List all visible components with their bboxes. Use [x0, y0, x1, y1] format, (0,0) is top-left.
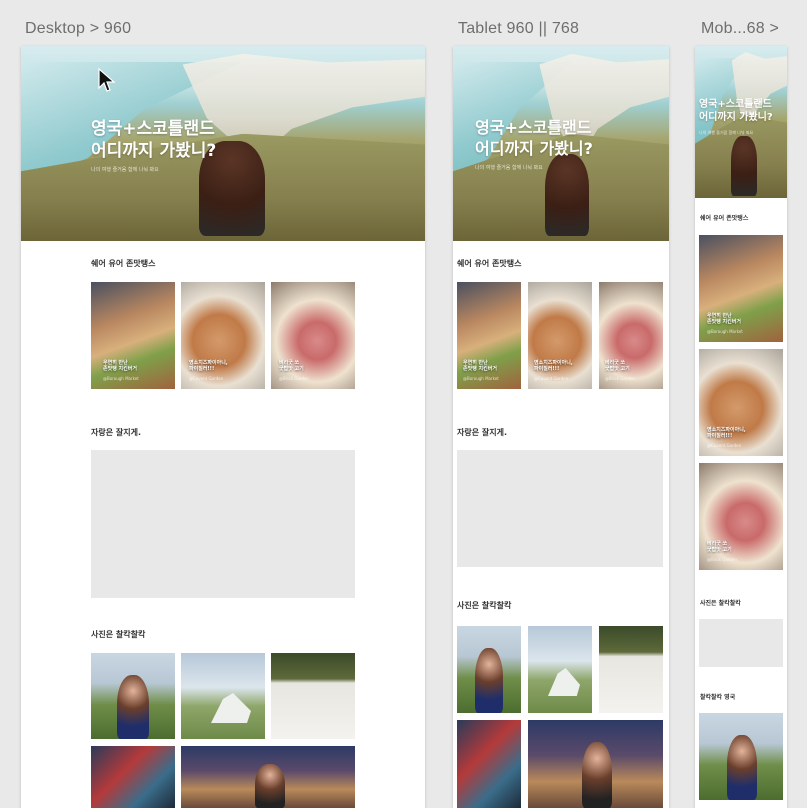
- food-card[interactable]: 우연히 만난 존맛탱 치킨버거 @Borough Market: [91, 282, 175, 389]
- tablet-frame-label[interactable]: Tablet 960 || 768: [458, 20, 579, 38]
- hero-title: 영국+스코틀랜드 어디까지 가봤니?: [91, 119, 217, 162]
- gallery-photo[interactable]: [181, 653, 265, 739]
- photo-section-title: 사진은 찰칵찰칵: [91, 630, 146, 639]
- gallery-photo[interactable]: [528, 626, 592, 713]
- gallery-photo[interactable]: [457, 626, 521, 713]
- hero-image: 영국+스코틀랜드 어디까지 가봤니? 나의 여행 즐거움 함께 나눠 봐요: [453, 46, 669, 241]
- hero-title: 영국+스코틀랜드 어디까지 가봤니?: [475, 118, 593, 158]
- map-section-title: 자랑은 잘지게.: [457, 428, 507, 437]
- gallery-photo[interactable]: [457, 720, 521, 808]
- food-card[interactable]: 우연히 만난 존맛탱 치킨버거 @Borough Market: [457, 282, 521, 389]
- desktop-frame-label[interactable]: Desktop > 960: [25, 20, 131, 38]
- food-card[interactable]: 베리굿 쏘 굿밥맛 고기 @Brick Garden: [271, 282, 355, 389]
- food-card[interactable]: 영소치즈파이아니, 파이질러!!! @Covent Garden: [528, 282, 592, 389]
- food-card[interactable]: 영소치즈파이아니, 파이질러!!! @Covent Garden: [699, 349, 783, 456]
- food-card[interactable]: 베리굿 쏘 굿밥맛 고기 @Brick Garden: [699, 463, 783, 570]
- hero-subtitle: 나의 여행 즐거움 함께 나눠 봐요: [475, 165, 543, 171]
- food-card[interactable]: 영소치즈파이아니, 파이질러!!! @Covent Garden: [181, 282, 265, 389]
- person-figure: [731, 136, 757, 196]
- hero-image: 영국+스코틀랜드 어디까지 가봤니? 나의 여행 즐거움 함께 나눠 봐요: [695, 46, 787, 198]
- tablet-artboard[interactable]: 영국+스코틀랜드 어디까지 가봤니? 나의 여행 즐거움 함께 나눠 봐요 쉐어…: [453, 46, 669, 808]
- gallery-photo[interactable]: [271, 653, 355, 739]
- map-section-title: 사진은 찰칵찰칵: [700, 600, 741, 607]
- gallery-photo[interactable]: [91, 653, 175, 739]
- gallery-photo[interactable]: [699, 713, 783, 800]
- map-placeholder: [91, 450, 355, 598]
- map-placeholder: [699, 619, 783, 667]
- hero-image: 영국+스코틀랜드 어디까지 가봤니? 나의 여행 즐거움 함께 나눠 봐요: [21, 46, 425, 241]
- gallery-photo[interactable]: [181, 746, 355, 808]
- person-figure: [545, 154, 589, 236]
- food-section-title: 쉐어 유어 존맛탱스: [700, 215, 749, 222]
- food-section-title: 쉐어 유어 존맛탱스: [457, 259, 522, 268]
- food-card[interactable]: 베리굿 쏘 굿밥맛 고기 @Brick Garden: [599, 282, 663, 389]
- mobile-artboard[interactable]: 영국+스코틀랜드 어디까지 가봤니? 나의 여행 즐거움 함께 나눠 봐요 쉐어…: [695, 46, 787, 808]
- food-card[interactable]: 우연히 만난 존맛탱 치킨버거 @Borough Market: [699, 235, 783, 342]
- desktop-artboard[interactable]: 영국+스코틀랜드 어디까지 가봤니? 나의 여행 즐거움 함께 나눠 봐요 쉐어…: [21, 46, 425, 808]
- map-placeholder: [457, 450, 663, 567]
- hero-title: 영국+스코틀랜드 어디까지 가봤니?: [699, 99, 773, 123]
- photo-section-title: 사진은 찰칵찰칵: [457, 601, 512, 610]
- hero-subtitle: 나의 여행 즐거움 함께 나눠 봐요: [91, 167, 159, 173]
- gallery-photo[interactable]: [528, 720, 663, 808]
- gallery-photo[interactable]: [91, 746, 175, 808]
- gallery-photo[interactable]: [599, 626, 663, 713]
- food-section-title: 쉐어 유어 존맛탱스: [91, 259, 156, 268]
- mobile-frame-label[interactable]: Mob...68 >: [701, 20, 779, 38]
- map-section-title: 자랑은 잘지게.: [91, 428, 141, 437]
- photo-section-title: 찰칵찰칵 영국: [700, 694, 736, 701]
- hero-subtitle: 나의 여행 즐거움 함께 나눠 봐요: [699, 130, 754, 135]
